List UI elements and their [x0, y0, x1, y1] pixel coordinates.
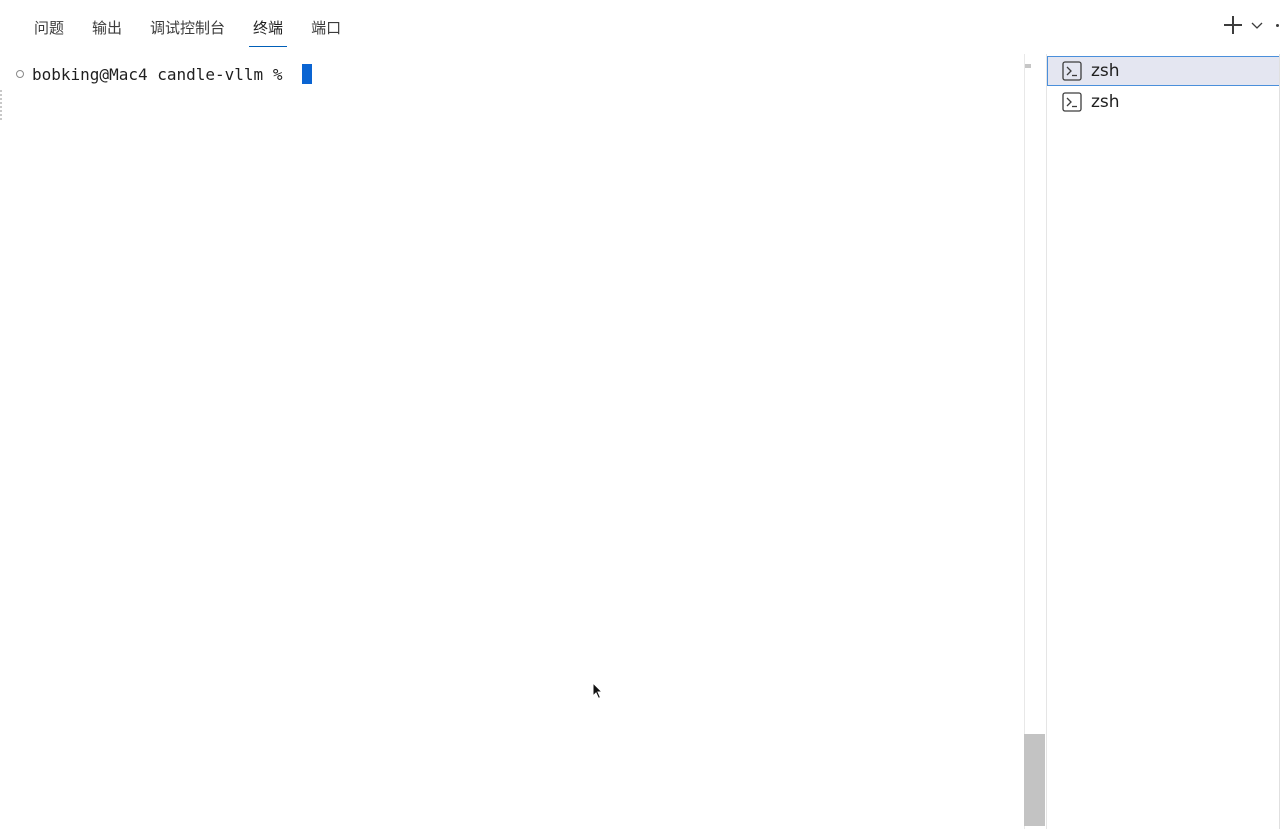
terminal-cursor — [302, 64, 313, 84]
terminal-view[interactable]: bobking@Mac4 candle-vllm % — [0, 54, 1024, 829]
terminal-panel: 问题 输出 调试控制台 终端 端口 bobking@Mac4 candle-vl… — [0, 0, 1280, 829]
ellipsis-icon[interactable] — [1270, 14, 1280, 36]
scrollbar-thumb[interactable] — [1024, 734, 1045, 826]
terminal-list-item[interactable]: zsh — [1047, 56, 1280, 86]
new-terminal-plus-icon[interactable] — [1222, 14, 1244, 36]
terminal-list-label: zsh — [1091, 92, 1120, 112]
panel-tabs: 问题 输出 调试控制台 终端 端口 — [20, 14, 355, 47]
terminal-list: zsh zsh — [1046, 54, 1280, 829]
scrollbar-marker — [1025, 64, 1031, 68]
terminal-list-item[interactable]: zsh — [1047, 87, 1280, 117]
chevron-down-icon[interactable] — [1250, 14, 1264, 36]
terminal-scrollbar[interactable] — [1024, 54, 1047, 829]
tab-terminal[interactable]: 终端 — [249, 14, 288, 47]
command-status-icon[interactable] — [16, 70, 24, 78]
terminal-list-label: zsh — [1091, 61, 1120, 81]
terminal-icon — [1062, 92, 1082, 112]
panel-tab-bar: 问题 输出 调试控制台 终端 端口 — [0, 0, 1280, 50]
tab-debug-console[interactable]: 调试控制台 — [150, 14, 225, 44]
prompt-line: bobking@Mac4 candle-vllm % — [16, 64, 313, 84]
terminal-gutter — [0, 90, 5, 120]
mouse-pointer-icon — [592, 681, 604, 704]
tab-problems[interactable]: 问题 — [34, 14, 64, 44]
tab-output[interactable]: 输出 — [92, 14, 122, 44]
tab-ports[interactable]: 端口 — [311, 14, 341, 44]
terminal-icon — [1062, 61, 1082, 81]
prompt-text: bobking@Mac4 candle-vllm % — [32, 64, 293, 84]
panel-toolbar — [1222, 14, 1280, 36]
